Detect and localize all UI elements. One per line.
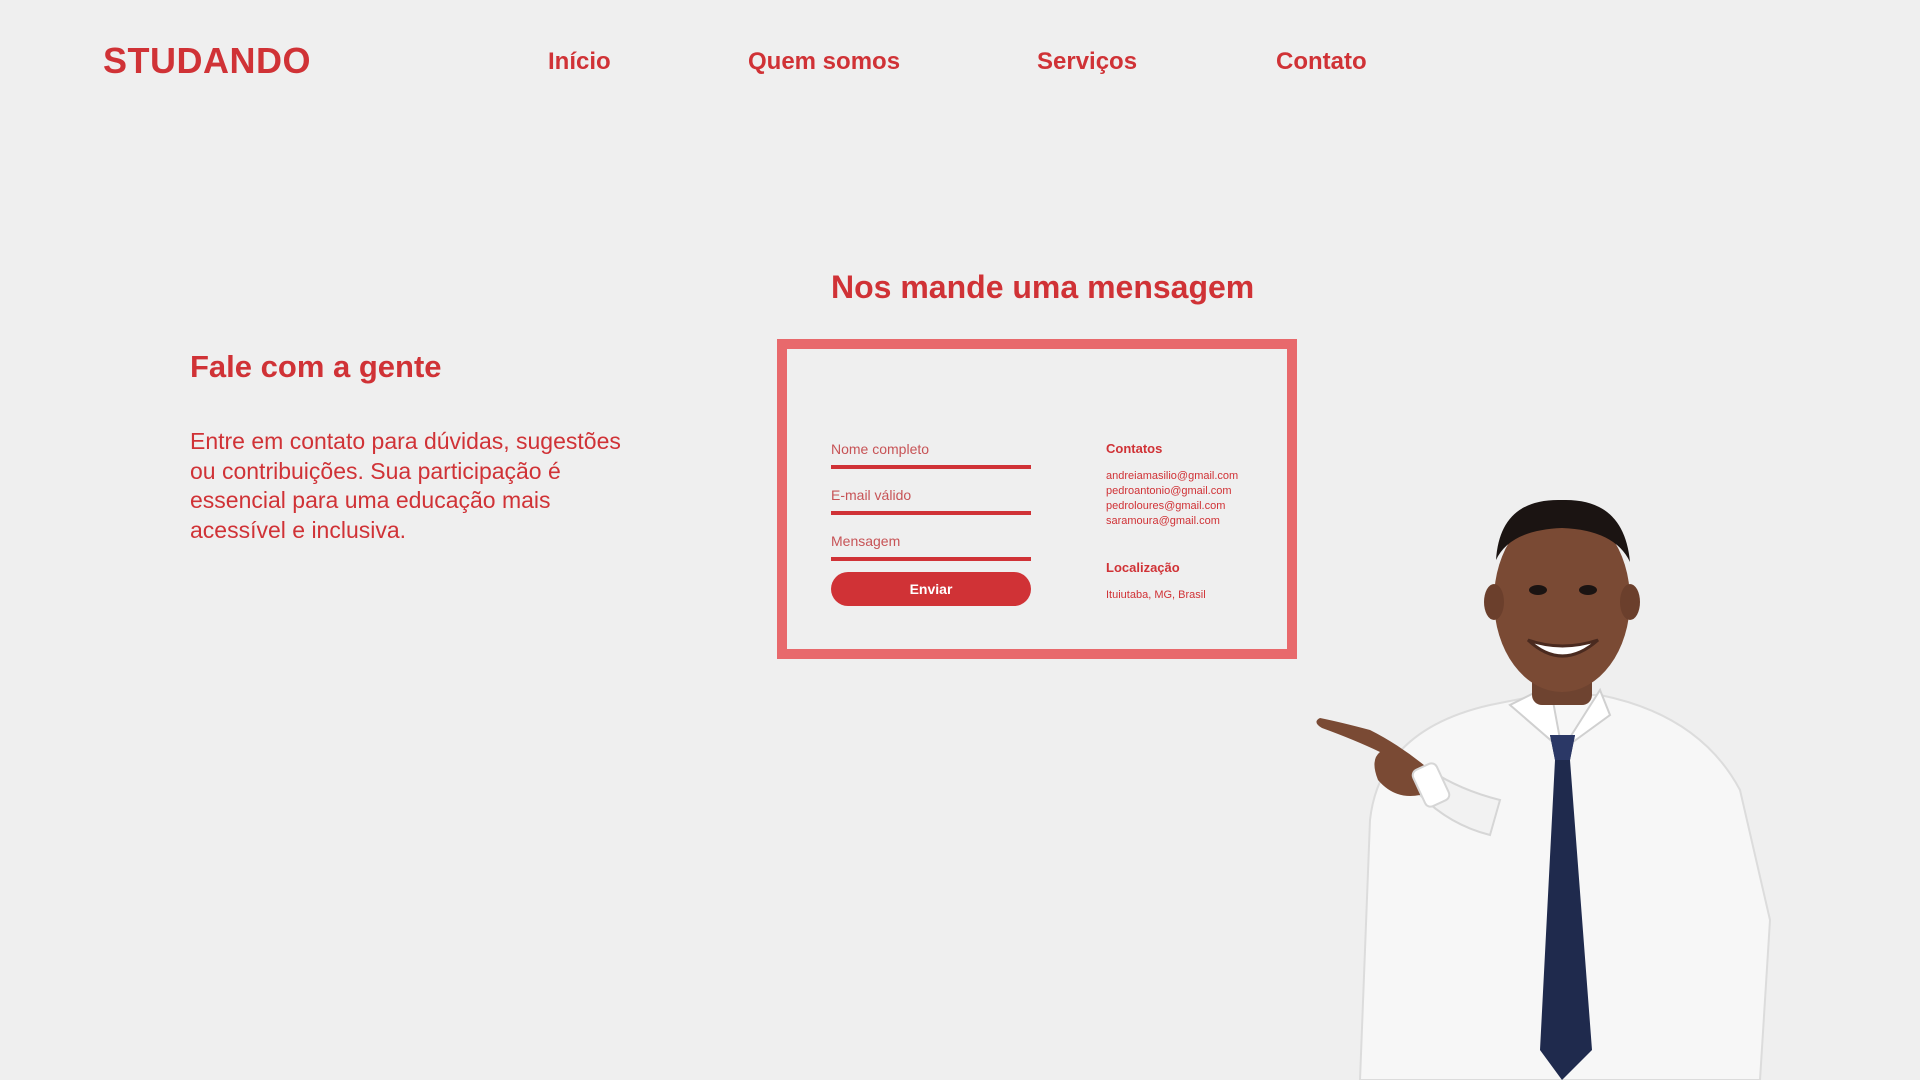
contact-form-box: Enviar Contatos andreiamasilio@gmail.com… [777,339,1297,659]
contacts-heading: Contatos [1106,441,1163,456]
contact-email: andreiamasilio@gmail.com [1106,470,1239,482]
nav-item-servicos[interactable]: Serviços [1037,48,1137,76]
location-heading: Localização [1106,560,1180,575]
message-input[interactable] [831,532,1031,561]
nav-item-inicio[interactable]: Início [548,48,611,76]
brand-logo[interactable]: STUDANDO [103,40,311,82]
location-text: Ituiutaba, MG, Brasil [1106,589,1206,601]
form-title: Nos mande uma mensagem [831,269,1255,305]
submit-button[interactable]: Enviar [831,572,1031,606]
contact-email: pedroloures@gmail.com [1106,500,1226,512]
person-pointing-image [1316,499,1772,1080]
page: STUDANDO Início Quem somos Serviços Cont… [0,0,1920,1080]
nav-item-quem-somos[interactable]: Quem somos [748,48,900,76]
contact-email: pedroantonio@gmail.com [1106,485,1232,497]
intro-title: Fale com a gente [190,349,442,384]
contact-email: saramoura@gmail.com [1106,515,1220,527]
name-input[interactable] [831,440,1031,469]
nav-item-contato[interactable]: Contato [1276,48,1367,76]
intro-text: Entre em contato para dúvidas, sugestões… [190,428,621,543]
contacts-email-list: andreiamasilio@gmail.com pedroantonio@gm… [1106,469,1238,529]
email-input[interactable] [831,486,1031,515]
